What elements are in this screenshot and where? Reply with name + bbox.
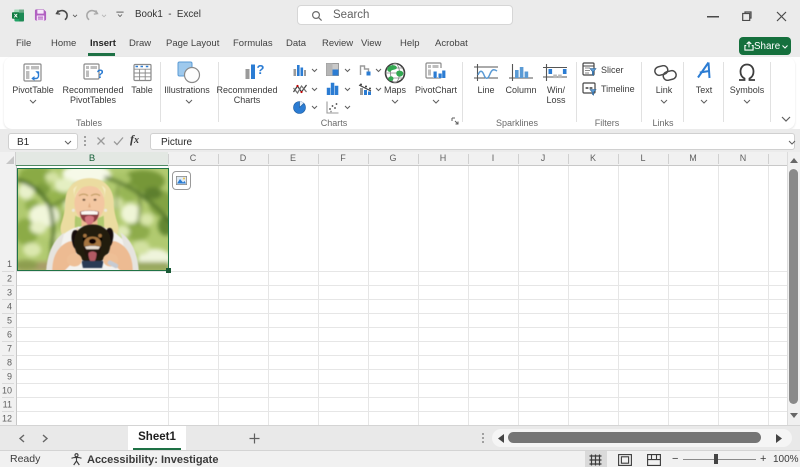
svg-text:9: 9 (7, 372, 12, 382)
svg-text:10: 10 (2, 386, 12, 396)
svg-text:7: 7 (7, 344, 12, 354)
svg-text:12: 12 (2, 414, 12, 424)
svg-text:2: 2 (7, 274, 12, 284)
svg-text:6: 6 (7, 330, 12, 340)
svg-text:?: ? (97, 67, 104, 81)
svg-text:3: 3 (7, 288, 12, 298)
svg-text:11: 11 (3, 400, 12, 410)
svg-text:5: 5 (7, 316, 12, 326)
svg-text:4: 4 (7, 302, 12, 312)
svg-text:8: 8 (7, 358, 12, 368)
svg-text:?: ? (257, 63, 265, 77)
svg-text:1: 1 (7, 259, 12, 269)
